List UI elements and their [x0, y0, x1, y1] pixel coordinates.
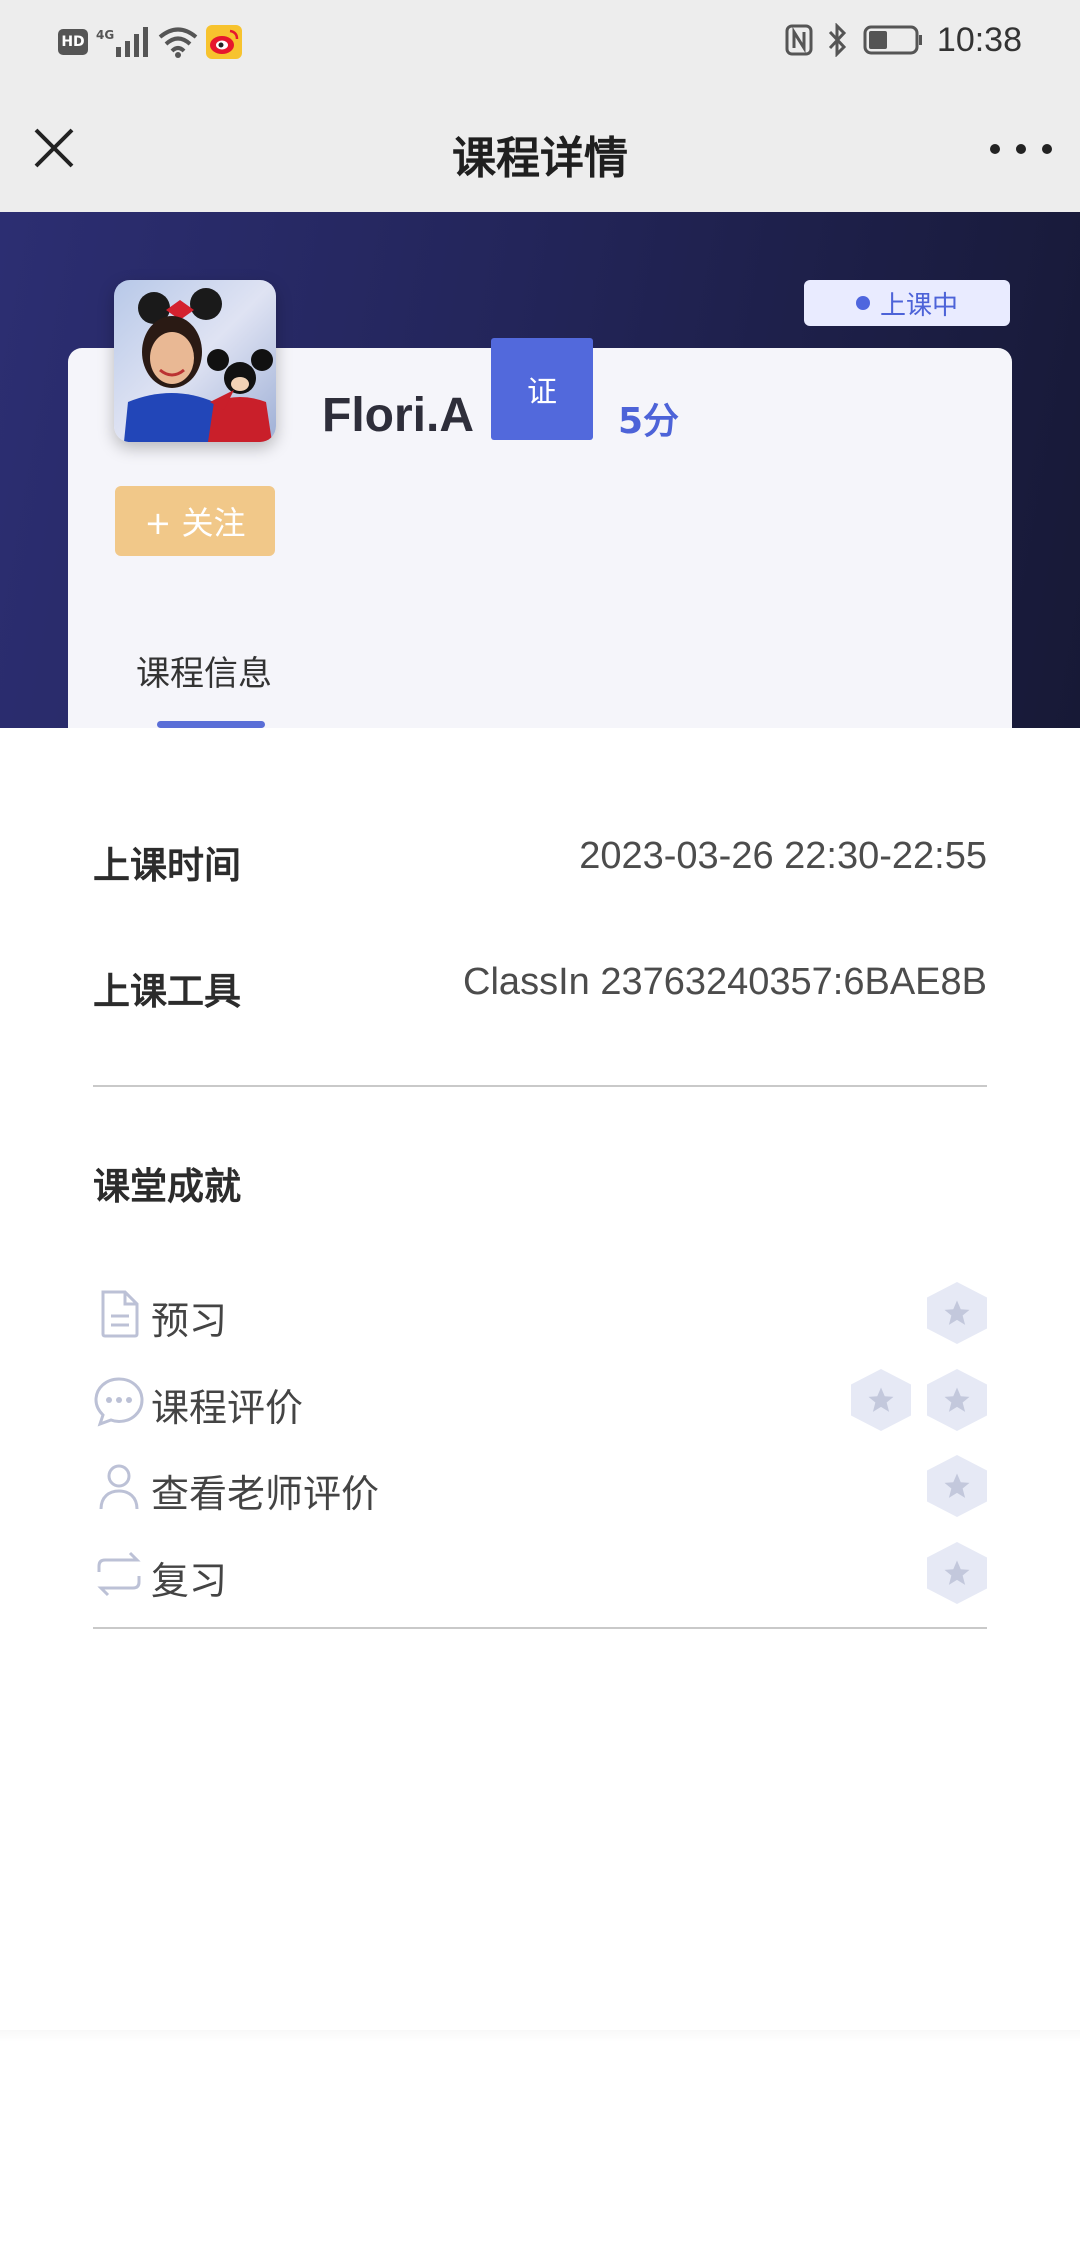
status-dot-icon	[855, 296, 870, 310]
document-icon	[101, 1290, 139, 1338]
class-time-row: 上课时间 2023-03-26 22:30-22:55	[93, 829, 987, 889]
person-icon	[99, 1464, 139, 1510]
bluetooth-icon	[828, 23, 846, 57]
star-icon	[927, 1542, 987, 1604]
certified-badge: 证	[491, 338, 593, 440]
achievement-label: 预习	[151, 1299, 228, 1343]
star-icon	[927, 1282, 987, 1344]
star-icon	[927, 1455, 987, 1517]
weibo-icon	[206, 25, 243, 59]
class-status-label: 上课中	[879, 290, 958, 321]
achievement-label: 查看老师评价	[151, 1472, 380, 1516]
star-icon	[851, 1369, 911, 1431]
achievement-stars	[851, 1369, 987, 1431]
follow-button[interactable]: + 关注	[115, 486, 275, 556]
achievement-stars	[927, 1542, 987, 1604]
class-time-value: 2023-03-26 22:30-22:55	[579, 835, 987, 877]
status-bar-right: 10:38	[785, 18, 1022, 62]
teacher-avatar[interactable]	[114, 280, 276, 442]
active-tab-indicator	[157, 721, 265, 728]
achievement-stars	[927, 1282, 987, 1344]
network-type: 4G	[96, 28, 115, 42]
page-title: 课程详情	[452, 133, 628, 184]
more-dot-icon	[1042, 144, 1052, 154]
teacher-name: Flori.A	[322, 389, 474, 442]
clock: 10:38	[936, 20, 1022, 59]
repeat-icon	[97, 1551, 141, 1597]
achievements-title: 课堂成就	[93, 1165, 241, 1208]
battery-icon	[863, 25, 922, 55]
hd-icon: HD	[58, 29, 88, 55]
divider	[93, 1085, 987, 1087]
achievement-label: 课程评价	[151, 1386, 304, 1430]
status-bar: HD 4G 10:38	[0, 0, 1080, 84]
status-bar-left: HD 4G	[58, 22, 243, 62]
nfc-icon	[785, 24, 813, 56]
class-status-badge: 上课中	[804, 280, 1010, 326]
bottom-bar-shadow	[0, 2030, 1080, 2042]
teacher-score: 5分	[618, 401, 680, 442]
class-tool-row: 上课工具 ClassIn 23763240357:6BAE8B	[93, 955, 987, 1015]
achievement-preview-row[interactable]: 预习	[93, 1280, 987, 1346]
divider	[93, 1627, 987, 1629]
achievement-course-review-row[interactable]: 课程评价	[93, 1367, 987, 1433]
achievement-teacher-review-row[interactable]: 查看老师评价	[93, 1453, 987, 1519]
wifi-icon	[158, 27, 198, 58]
class-tool-label: 上课工具	[93, 970, 241, 1013]
chat-bubble-icon	[94, 1377, 144, 1427]
achievement-stars	[927, 1455, 987, 1517]
more-dot-icon	[990, 144, 1000, 154]
title-bar: 课程详情	[0, 84, 1080, 212]
more-button[interactable]	[990, 124, 1052, 174]
tab-course-info[interactable]: 课程信息	[136, 646, 272, 695]
class-time-label: 上课时间	[93, 844, 241, 887]
more-dot-icon	[1016, 144, 1026, 154]
achievement-label: 复习	[151, 1559, 228, 1603]
signal-icon	[116, 27, 149, 57]
teacher-header: 上课中 Flori.A 证 5分 + 关注 课程信息	[0, 212, 1080, 728]
class-tool-value[interactable]: ClassIn 23763240357:6BAE8B	[463, 961, 987, 1004]
avatar-image	[114, 280, 276, 442]
star-icon	[927, 1369, 987, 1431]
achievement-review-row[interactable]: 复习	[93, 1540, 987, 1606]
